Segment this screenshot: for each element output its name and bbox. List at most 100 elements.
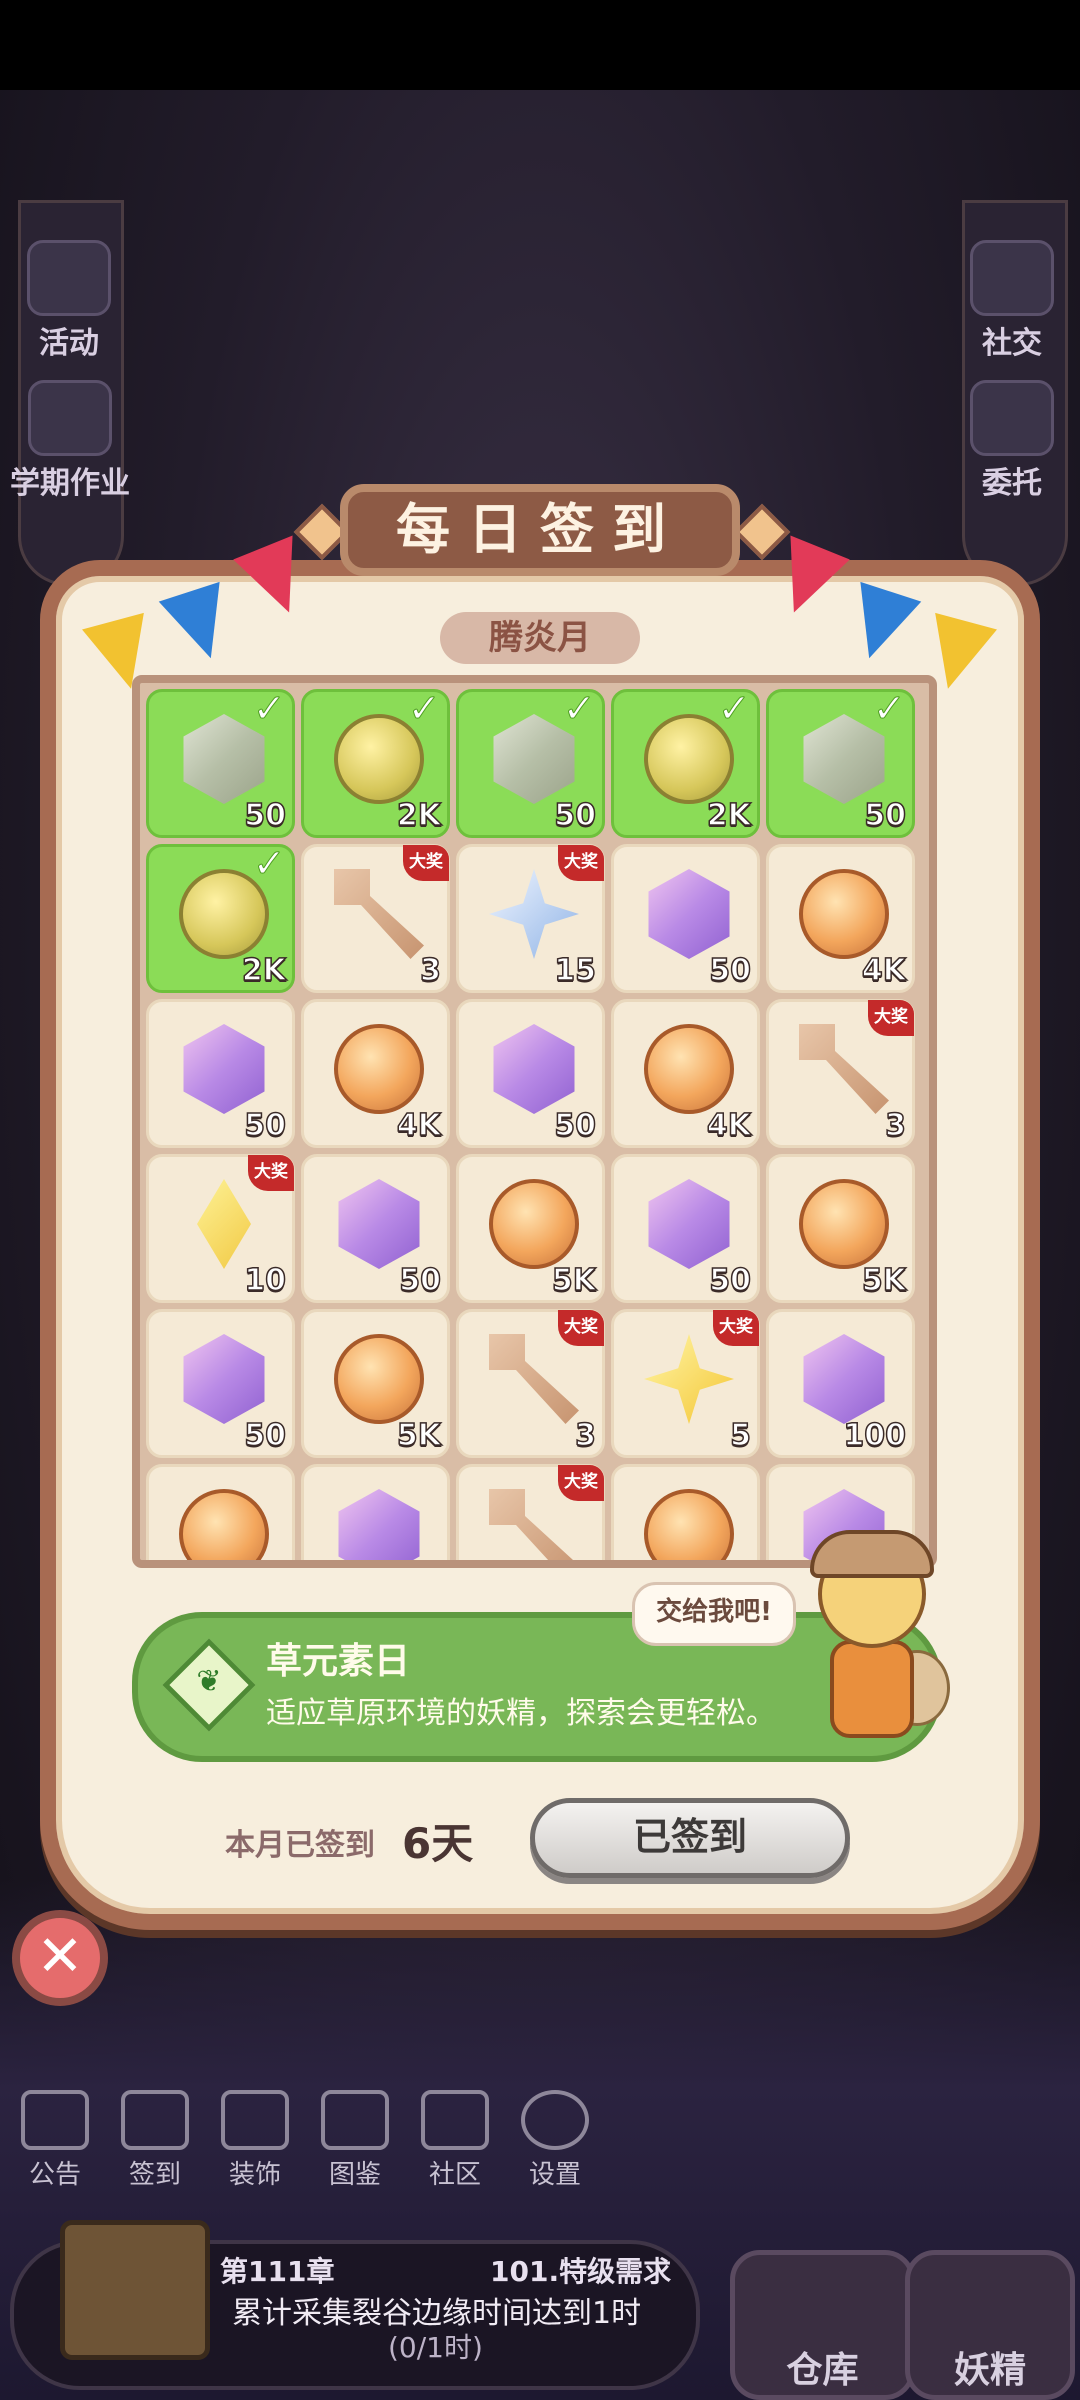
reward-cell[interactable]: 50 ✓ (456, 686, 605, 838)
activity-icon (27, 240, 111, 316)
reward-quantity: 10 (244, 1262, 287, 1299)
reward-cell[interactable]: 100 (766, 1309, 915, 1458)
gem-icon (183, 1024, 265, 1114)
nav-decoration[interactable]: 装饰 (210, 2090, 300, 2191)
reward-cell[interactable] (146, 1464, 295, 1560)
side-tab-activity[interactable]: 活动 (14, 230, 124, 361)
nav-decoration-label: 装饰 (228, 2160, 281, 2190)
reward-quantity: 2K (706, 797, 752, 834)
star-blue-icon (489, 869, 579, 959)
big-prize-badge: 大奖 (248, 1155, 294, 1191)
reward-cell[interactable]: 4K (301, 999, 450, 1148)
reward-cell[interactable]: 2K ✓ (146, 841, 295, 993)
nav-signin[interactable]: 签到 (110, 2090, 200, 2191)
reward-quantity: 4K (706, 1107, 752, 1144)
announcement-icon (21, 2090, 89, 2150)
reward-cell[interactable]: 3 大奖 (456, 1309, 605, 1458)
coin-icon (799, 869, 889, 959)
gem-icon (803, 1334, 885, 1424)
element-day-desc: 适应草原环境的妖精，探索会更轻松。 (266, 1696, 776, 1731)
reward-cell[interactable]: 50 (611, 844, 760, 993)
reward-quantity: 5K (551, 1262, 597, 1299)
nav-codex[interactable]: 图鉴 (310, 2090, 400, 2191)
reward-cell[interactable]: 2K ✓ (611, 686, 760, 838)
signed-in-button[interactable]: 已签到 (530, 1798, 850, 1878)
reward-cell[interactable] (301, 1464, 450, 1560)
reward-quantity: 5 (729, 1417, 751, 1454)
reward-cell[interactable]: 50 ✓ (766, 686, 915, 838)
nav-community[interactable]: 社区 (410, 2090, 500, 2191)
big-prize-badge: 大奖 (558, 845, 604, 881)
fairy-body (830, 1640, 914, 1738)
coin-icon (644, 1024, 734, 1114)
reward-grid: 50 ✓ 2K ✓ 50 ✓ 2K ✓ 50 ✓ 2K ✓ 3 大奖 15 大奖 50 4K 50 4K 50 4K 3 大奖… (132, 675, 937, 1568)
big-prize-badge: 大奖 (713, 1310, 759, 1346)
quest-chapter: 第111章 (220, 2255, 335, 2288)
coin-icon (489, 1179, 579, 1269)
side-tab-social[interactable]: 社交 (957, 230, 1067, 361)
reward-cell[interactable]: 50 (456, 999, 605, 1148)
big-prize-badge: 大奖 (403, 845, 449, 881)
nav-announcement[interactable]: 公告 (10, 2090, 100, 2191)
reward-quantity: 2K (241, 952, 287, 989)
reward-quantity: 15 (554, 952, 597, 989)
reward-quantity: 3 (574, 1417, 596, 1454)
reward-cell[interactable]: 5 大奖 (611, 1309, 760, 1458)
house-icon (421, 2090, 489, 2150)
reward-cell[interactable]: 大奖 (456, 1464, 605, 1560)
checkmark-icon: ✓ (252, 686, 287, 733)
reward-cell[interactable]: 2K ✓ (301, 686, 450, 838)
fairy-character[interactable] (800, 1530, 950, 1750)
diamond-yellow-icon (197, 1179, 251, 1269)
reward-cell[interactable]: 5K (301, 1309, 450, 1458)
reward-cell[interactable]: 3 大奖 (301, 844, 450, 993)
reward-quantity: 50 (554, 797, 597, 834)
fairy-helmet (810, 1530, 934, 1578)
month-ribbon: 腾炎月 (440, 612, 640, 664)
reward-cell[interactable]: 15 大奖 (456, 844, 605, 993)
coin-icon (334, 1024, 424, 1114)
element-day-title: 草元素日 (266, 1641, 411, 1682)
star-yellow-icon (644, 1334, 734, 1424)
reward-cell[interactable]: 50 ✓ (146, 686, 295, 838)
reward-cell[interactable]: 4K (766, 844, 915, 993)
side-tab-activity-label: 活动 (39, 326, 99, 361)
reward-quantity: 2K (396, 797, 442, 834)
warehouse-button[interactable]: 仓库 (730, 2250, 915, 2400)
checkmark-icon: ✓ (562, 686, 597, 733)
reward-quantity: 4K (861, 952, 907, 989)
reward-cell[interactable]: 50 (146, 1309, 295, 1458)
side-tab-social-label: 社交 (982, 326, 1042, 361)
reward-quantity: 50 (709, 952, 752, 989)
nav-settings[interactable]: 设置 (510, 2090, 600, 2191)
signed-days-count: 6天 (402, 1819, 474, 1868)
reward-cell[interactable] (611, 1464, 760, 1560)
reward-cell[interactable]: 10 大奖 (146, 1154, 295, 1303)
castle-icon (221, 2090, 289, 2150)
checkmark-icon: ✓ (717, 686, 752, 733)
close-button[interactable]: ✕ (12, 1910, 108, 2006)
reward-quantity: 3 (884, 1107, 906, 1144)
side-tab-commission-label: 委托 (982, 466, 1042, 501)
key-icon (799, 1024, 889, 1114)
key-icon (334, 869, 424, 959)
gem-icon (183, 1334, 265, 1424)
side-tab-commission[interactable]: 委托 (957, 370, 1067, 501)
nav-community-label: 社区 (428, 2160, 481, 2190)
reward-cell[interactable]: 4K (611, 999, 760, 1148)
reward-cell[interactable]: 5K (766, 1154, 915, 1303)
reward-cell[interactable]: 50 (146, 999, 295, 1148)
reward-cell[interactable]: 50 (301, 1154, 450, 1303)
side-tab-homework[interactable]: 学期作业 (5, 370, 135, 501)
big-prize-badge: 大奖 (558, 1465, 604, 1501)
reward-cell[interactable]: 5K (456, 1154, 605, 1303)
gem-icon (493, 1024, 575, 1114)
fairy-button[interactable]: 妖精 (905, 2250, 1075, 2400)
big-prize-badge: 大奖 (868, 1000, 914, 1036)
fairy-speech-bubble: 交给我吧! (632, 1582, 796, 1646)
reward-quantity: 50 (554, 1107, 597, 1144)
coin-icon (334, 1334, 424, 1424)
reward-cell[interactable]: 3 大奖 (766, 999, 915, 1148)
quest-title: 101.特级需求 (490, 2255, 672, 2288)
reward-cell[interactable]: 50 (611, 1154, 760, 1303)
